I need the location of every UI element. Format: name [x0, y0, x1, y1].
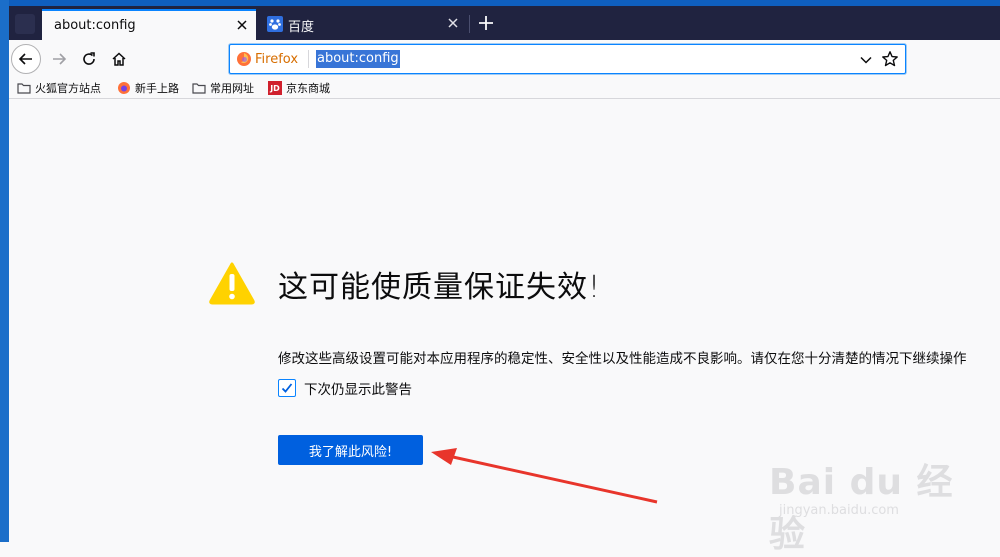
show-warning-checkbox-row[interactable]: 下次仍显示此警告 — [278, 377, 412, 399]
close-icon[interactable] — [445, 15, 461, 31]
page-title: 这可能使质量保证失效! — [278, 270, 602, 305]
navigation-toolbar: Firefox about:config — [9, 40, 1000, 78]
desktop-background-left — [0, 0, 9, 542]
back-arrow-icon — [18, 53, 32, 65]
reload-button[interactable] — [74, 44, 104, 74]
bookmark-jd[interactable]: JD 京东商城 — [268, 79, 330, 97]
tab-separator — [469, 15, 470, 33]
checkbox-label: 下次仍显示此警告 — [304, 382, 412, 398]
watermark-subtext: jingyan.baidu.com — [779, 503, 899, 518]
new-tab-plus-icon[interactable] — [474, 11, 498, 35]
folder-icon — [192, 83, 206, 94]
forward-button[interactable] — [44, 44, 74, 74]
bookmark-label: 常用网址 — [210, 82, 254, 95]
show-warning-checkbox[interactable] — [278, 379, 296, 397]
tab-baidu[interactable]: 百度 — [258, 9, 467, 40]
about-config-warning-page: 这可能使质量保证失效! 修改这些高级设置可能对本应用程序的稳定性、安全性以及性能… — [9, 99, 1000, 555]
bookmarks-toolbar: 火狐官方站点 新手上路 常用网址 JD 京东商城 — [9, 78, 1000, 99]
checkmark-icon — [281, 383, 293, 393]
back-button[interactable] — [11, 44, 41, 74]
forward-arrow-icon — [53, 53, 67, 65]
bookmark-label: 新手上路 — [135, 82, 179, 95]
star-icon[interactable] — [881, 50, 899, 68]
baidu-jingyan-watermark: Bai du 经验 jingyan.baidu.com — [769, 437, 969, 555]
close-icon[interactable] — [234, 17, 250, 33]
identity-box[interactable]: Firefox — [236, 50, 298, 68]
url-divider — [308, 50, 309, 68]
tab-bar: about:config 百度 — [9, 6, 1000, 40]
warning-icon — [208, 261, 256, 305]
bookmark-common-sites[interactable]: 常用网址 — [192, 79, 254, 97]
home-icon — [112, 52, 126, 66]
browser-window: about:config 百度 Firefox about:config 火狐官… — [9, 6, 1000, 555]
bookmark-label: 火狐官方站点 — [35, 82, 101, 95]
bookmark-getting-started[interactable]: 新手上路 — [117, 79, 179, 97]
warning-description: 修改这些高级设置可能对本应用程序的稳定性、安全性以及性能造成不良影响。请仅在您十… — [278, 351, 967, 367]
reload-icon — [83, 52, 95, 65]
firefox-icon — [237, 52, 251, 66]
tab-label: 百度 — [288, 20, 315, 35]
folder-icon — [17, 83, 31, 94]
identity-label: Firefox — [255, 51, 299, 67]
jd-icon: JD — [268, 81, 282, 95]
chevron-down-icon[interactable] — [859, 52, 873, 66]
url-text-selected[interactable]: about:config — [316, 50, 400, 68]
baidu-paw-icon — [267, 16, 283, 32]
bookmark-label: 京东商城 — [286, 82, 330, 95]
bookmark-firefox-official[interactable]: 火狐官方站点 — [17, 79, 101, 97]
annotation-arrow-icon — [431, 448, 658, 504]
accept-risk-button[interactable]: 我了解此风险! — [278, 435, 423, 465]
tab-about-config[interactable]: about:config — [42, 9, 256, 40]
url-bar[interactable]: Firefox about:config — [229, 44, 906, 74]
home-button[interactable] — [104, 44, 134, 74]
firefox-icon — [118, 82, 130, 94]
tab-label: about:config — [54, 18, 136, 33]
tab-overflow-icon[interactable] — [15, 14, 35, 34]
